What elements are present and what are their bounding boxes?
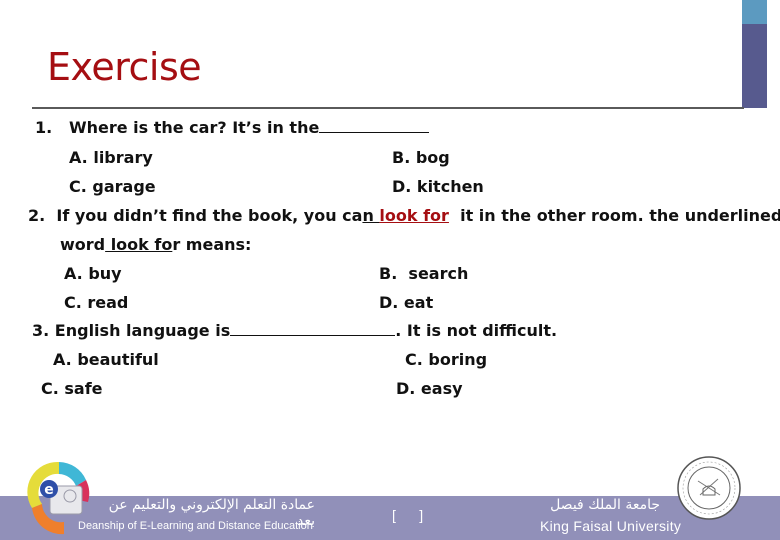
answer-blank: [230, 321, 396, 336]
option-a: A. beautiful: [53, 350, 159, 369]
option-a: A. library: [69, 148, 153, 167]
question-number: 2.: [28, 206, 46, 225]
question-2-line-2: word look for means:: [60, 234, 251, 256]
question-number: 3.: [32, 321, 50, 340]
line2-text-after: r means:: [172, 235, 252, 254]
underlined-phrase: look fo: [105, 235, 173, 254]
question-text: Where is the car? It’s in the: [68, 118, 320, 137]
option-c: C. safe: [41, 379, 103, 398]
svg-text:e: e: [44, 482, 54, 498]
option-c: C. garage: [69, 177, 156, 196]
question-number: 1.: [35, 118, 53, 137]
question-text: English language is: [54, 321, 231, 340]
option-d: D. kitchen: [392, 177, 484, 196]
option-a: A. buy: [64, 264, 122, 283]
option-c: C. read: [64, 293, 129, 312]
line2-text: word: [60, 235, 106, 254]
highlighted-phrase: look for: [379, 206, 449, 225]
question-text-after: it in the other room. the underlined: [448, 206, 780, 225]
deanship-name-english: Deanship of E-Learning and Distance Educ…: [78, 520, 313, 532]
exercise-content: 1. Where is the car? It’s in the A. libr…: [0, 0, 780, 460]
option-b: B. bog: [392, 148, 450, 167]
question-3: 3. English language is . It is not diffic…: [32, 320, 557, 342]
question-2: 2. If you didn’t find the book, you can …: [28, 205, 780, 227]
question-1: 1. Where is the car? It’s in the: [35, 117, 430, 139]
question-text: If you didn’t find the book, you ca: [56, 206, 363, 225]
option-b: C. boring: [405, 350, 488, 369]
university-name-arabic: جامعة الملك فيصل: [550, 497, 660, 513]
option-d: D. eat: [379, 293, 434, 312]
question-text-after: . It is not difficult.: [395, 321, 558, 340]
option-b: B. search: [379, 264, 469, 283]
university-seal-icon: [677, 456, 741, 520]
university-name-english: King Faisal University: [540, 518, 682, 534]
option-d: D. easy: [396, 379, 463, 398]
answer-blank: [319, 118, 430, 133]
underline-lead: n: [362, 206, 380, 225]
page-number-placeholder: [ ]: [392, 507, 424, 523]
